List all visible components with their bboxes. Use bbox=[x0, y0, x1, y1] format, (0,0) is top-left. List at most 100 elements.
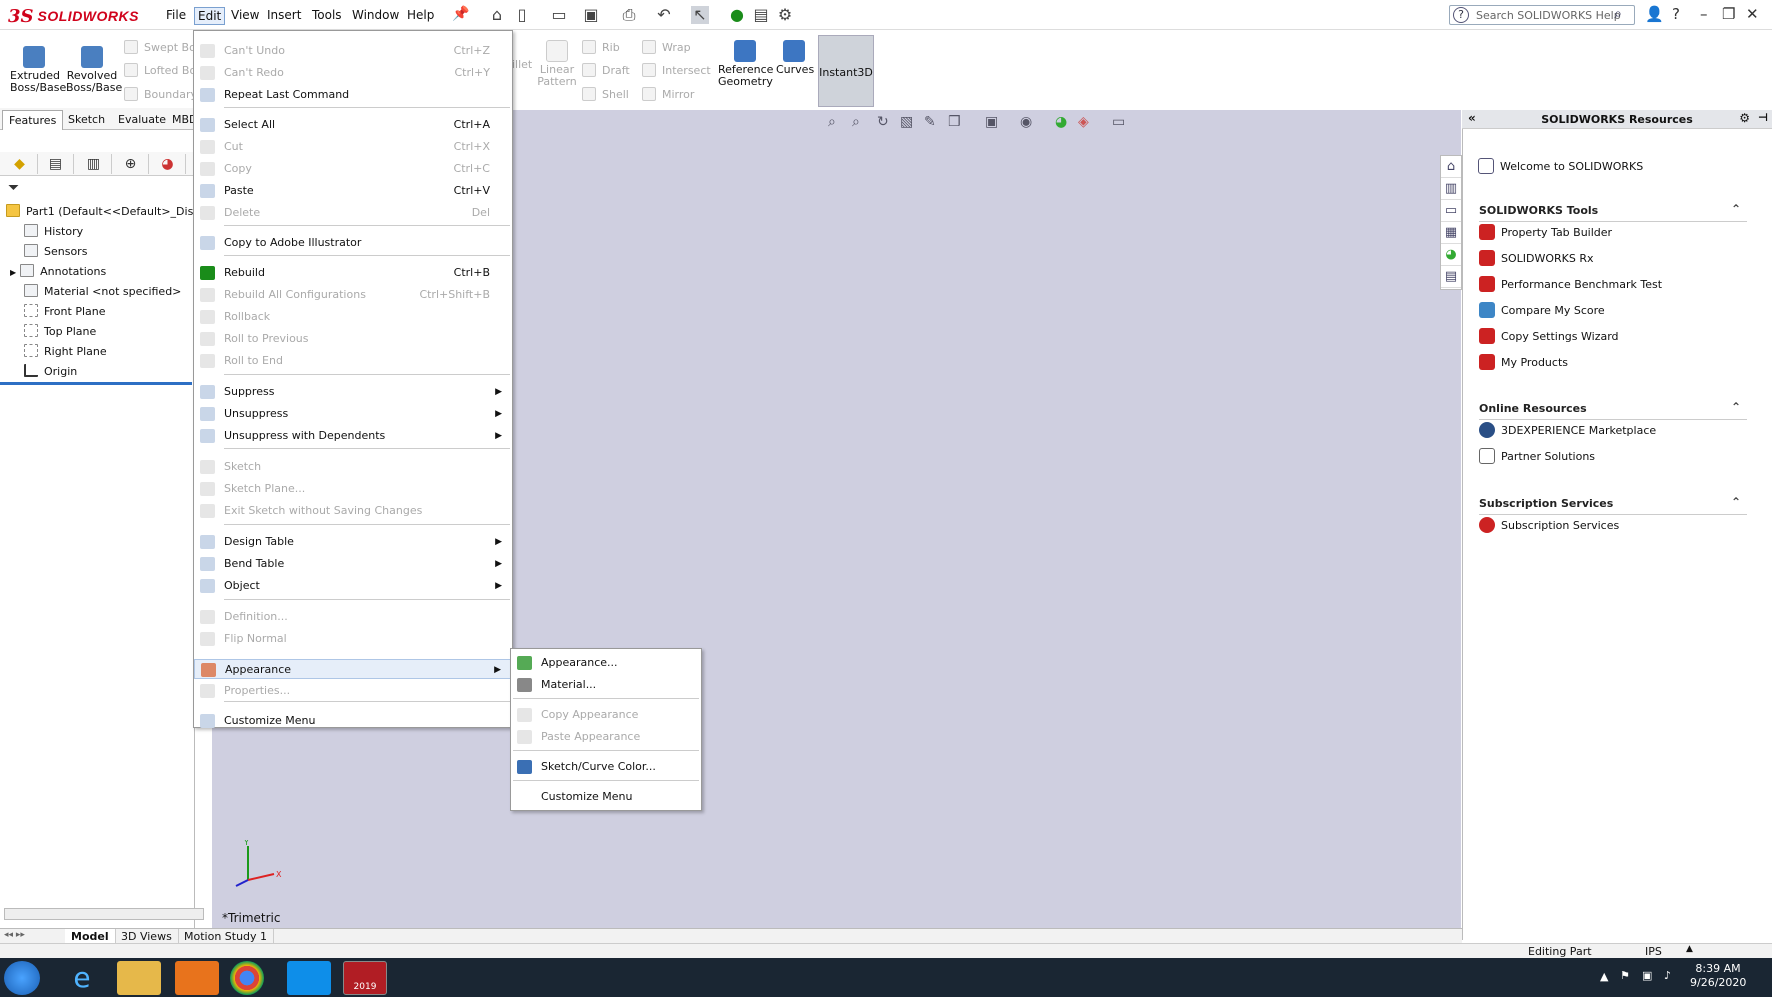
section-subscription-services[interactable]: Subscription Services ⌃ bbox=[1479, 495, 1747, 515]
solidworks-taskbar-icon[interactable]: 2019 bbox=[343, 961, 387, 995]
close-icon[interactable]: ✕ bbox=[1746, 4, 1759, 24]
menu-item-appearance[interactable]: Appearance ▶ bbox=[194, 659, 512, 679]
appearances-icon[interactable]: ◕ bbox=[1441, 244, 1461, 266]
restore-icon[interactable]: ❐ bbox=[1722, 4, 1735, 24]
menu-edit[interactable]: Edit bbox=[194, 7, 226, 25]
network-icon[interactable]: ▣ bbox=[1642, 969, 1652, 983]
link-copy-settings-wizard[interactable]: Copy Settings Wizard bbox=[1479, 328, 1619, 344]
mirror-button[interactable]: Mirror bbox=[642, 87, 694, 101]
tree-horizontal-scrollbar[interactable] bbox=[4, 908, 204, 920]
scenes-icon[interactable]: ◈ bbox=[1078, 113, 1089, 131]
menu-item-unsuppress[interactable]: Unsuppress ▶ bbox=[194, 404, 512, 424]
open-icon[interactable]: ▭ bbox=[550, 6, 568, 24]
reference-geometry-button[interactable]: Reference Geometry bbox=[718, 40, 773, 88]
internet-explorer-icon[interactable]: e bbox=[60, 961, 104, 995]
zoom-area-icon[interactable]: ⌕ bbox=[852, 113, 860, 131]
save-icon[interactable]: ▣ bbox=[582, 6, 600, 24]
flag-icon[interactable]: ⚑ bbox=[1620, 969, 1630, 983]
resources-home-icon[interactable]: ⌂ bbox=[1441, 156, 1461, 178]
menu-item-flip-normal[interactable]: Flip Normal bbox=[194, 629, 512, 649]
tab-scroll-arrows-icon[interactable]: ◂◂ ▸▸ bbox=[4, 930, 25, 940]
menu-item-exit-sketch-without-saving-changes[interactable]: Exit Sketch without Saving Changes bbox=[194, 501, 512, 521]
wrap-button[interactable]: Wrap bbox=[642, 40, 691, 54]
boundary-boss-button[interactable]: Boundary bbox=[124, 87, 197, 101]
menu-item-sketch[interactable]: Sketch bbox=[194, 457, 512, 477]
configuration-manager-icon[interactable]: ▥ bbox=[76, 154, 112, 174]
submenu-item-paste-appearance[interactable]: Paste Appearance bbox=[511, 727, 701, 747]
menu-item-definition[interactable]: Definition... bbox=[194, 607, 512, 627]
tab-features[interactable]: Features bbox=[2, 110, 64, 130]
tab-evaluate[interactable]: Evaluate bbox=[112, 110, 172, 130]
link-subscription-services[interactable]: Subscription Services bbox=[1479, 517, 1619, 533]
tab-model[interactable]: Model bbox=[65, 929, 116, 944]
collapse-panel-icon[interactable]: « bbox=[1468, 111, 1476, 125]
file-properties-icon[interactable]: ▤ bbox=[752, 6, 770, 24]
pin-icon[interactable]: 📌 bbox=[452, 6, 469, 22]
menu-item-customize-menu[interactable]: Customize Menu bbox=[194, 711, 512, 731]
system-clock[interactable]: 8:39 AM 9/26/2020 bbox=[1690, 962, 1746, 990]
submenu-item-appearance[interactable]: Appearance... bbox=[511, 653, 701, 673]
lofted-boss-button[interactable]: Lofted Bo bbox=[124, 63, 196, 77]
display-style-icon[interactable]: ▣ bbox=[985, 113, 998, 131]
options-gear-icon[interactable]: ⚙ bbox=[776, 6, 794, 24]
menu-item-can-t-redo[interactable]: Can't Redo Ctrl+Y bbox=[194, 63, 512, 83]
menu-file[interactable]: File bbox=[163, 7, 189, 23]
curves-button[interactable]: Curves bbox=[776, 40, 814, 76]
link-performance-benchmark[interactable]: Performance Benchmark Test bbox=[1479, 276, 1662, 292]
expand-arrow-icon[interactable]: ▶ bbox=[10, 268, 16, 277]
tree-item-origin[interactable]: Origin bbox=[24, 364, 77, 378]
menu-item-delete[interactable]: Delete Del bbox=[194, 203, 512, 223]
select-arrow-icon[interactable]: ↖ bbox=[691, 6, 709, 24]
panel-options-gear-icon[interactable]: ⚙ bbox=[1739, 111, 1750, 125]
volume-icon[interactable]: ♪ bbox=[1664, 969, 1671, 983]
menu-view[interactable]: View bbox=[228, 7, 262, 23]
link-partner-solutions[interactable]: Partner Solutions bbox=[1479, 448, 1595, 464]
menu-item-repeat-last-command[interactable]: Repeat Last Command bbox=[194, 85, 512, 105]
design-library-icon[interactable]: ▥ bbox=[1441, 178, 1461, 200]
section-solidworks-tools[interactable]: SOLIDWORKS Tools ⌃ bbox=[1479, 202, 1747, 222]
menu-item-copy[interactable]: Copy Ctrl+C bbox=[194, 159, 512, 179]
view-palette-icon[interactable]: ▦ bbox=[1441, 222, 1461, 244]
display-manager-icon[interactable]: ◕ bbox=[150, 154, 186, 174]
view-settings-icon[interactable]: ▭ bbox=[1112, 113, 1125, 131]
tab-3d-views[interactable]: 3D Views bbox=[115, 929, 179, 944]
menu-item-paste[interactable]: Paste Ctrl+V bbox=[194, 181, 512, 201]
file-explorer-icon[interactable] bbox=[117, 961, 161, 995]
user-icon[interactable]: 👤 bbox=[1645, 4, 1664, 24]
section-online-resources[interactable]: Online Resources ⌃ bbox=[1479, 400, 1747, 420]
filter-icon[interactable]: ⏷ bbox=[8, 180, 19, 196]
submenu-item-customize-menu[interactable]: Customize Menu bbox=[511, 787, 701, 807]
revolved-boss-button[interactable]: Revolved Boss/Base bbox=[66, 46, 122, 94]
menu-window[interactable]: Window bbox=[349, 7, 402, 23]
menu-item-rebuild-all-configurations[interactable]: Rebuild All Configurations Ctrl+Shift+B bbox=[194, 285, 512, 305]
menu-item-select-all[interactable]: Select All Ctrl+A bbox=[194, 115, 512, 135]
menu-help[interactable]: Help bbox=[404, 7, 437, 23]
linear-pattern-button[interactable]: Linear Pattern bbox=[537, 40, 577, 88]
menu-item-can-t-undo[interactable]: Can't Undo Ctrl+Z bbox=[194, 41, 512, 61]
tree-item-right-plane[interactable]: Right Plane bbox=[24, 344, 107, 358]
swept-boss-button[interactable]: Swept Bo bbox=[124, 40, 196, 54]
unit-system[interactable]: IPS bbox=[1645, 945, 1662, 958]
menu-item-cut[interactable]: Cut Ctrl+X bbox=[194, 137, 512, 157]
tree-item-front-plane[interactable]: Front Plane bbox=[24, 304, 106, 318]
tree-item-annotations[interactable]: ▶ Annotations bbox=[10, 264, 106, 278]
menu-item-suppress[interactable]: Suppress ▶ bbox=[194, 382, 512, 402]
previous-view-icon[interactable]: ↻ bbox=[877, 113, 889, 131]
home-icon[interactable]: ⌂ bbox=[488, 6, 506, 24]
chrome-icon[interactable] bbox=[230, 961, 264, 995]
help-icon[interactable]: ? bbox=[1672, 4, 1680, 24]
link-property-tab-builder[interactable]: Property Tab Builder bbox=[1479, 224, 1612, 240]
menu-insert[interactable]: Insert bbox=[264, 7, 304, 23]
hide-show-icon[interactable]: ◉ bbox=[1020, 113, 1032, 131]
file-explorer-icon[interactable]: ▭ bbox=[1441, 200, 1461, 222]
rib-button[interactable]: Rib bbox=[582, 40, 620, 54]
tree-item-material[interactable]: Material <not specified> bbox=[24, 284, 181, 298]
search-help-input[interactable]: ? Search SOLIDWORKS Help ⌕ bbox=[1449, 5, 1635, 25]
menu-tools[interactable]: Tools bbox=[309, 7, 345, 23]
menu-item-copy-to-adobe-illustrator[interactable]: Copy to Adobe Illustrator bbox=[194, 233, 512, 253]
menu-item-roll-to-end[interactable]: Roll to End bbox=[194, 351, 512, 371]
link-3dexperience-marketplace[interactable]: 3DEXPERIENCE Marketplace bbox=[1479, 422, 1656, 438]
welcome-link[interactable]: Welcome to SOLIDWORKS bbox=[1478, 158, 1643, 174]
submenu-item-copy-appearance[interactable]: Copy Appearance bbox=[511, 705, 701, 725]
menu-item-bend-table[interactable]: Bend Table ▶ bbox=[194, 554, 512, 574]
